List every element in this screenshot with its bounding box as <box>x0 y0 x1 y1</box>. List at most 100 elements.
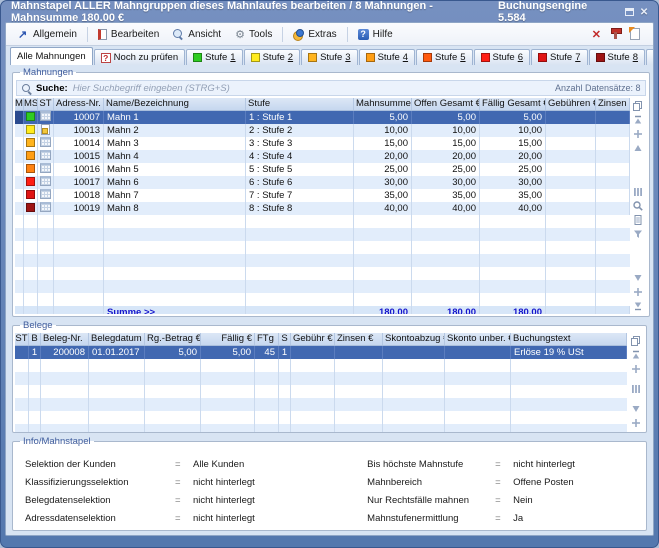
col-adress-nr[interactable]: Adress-Nr. <box>54 98 104 110</box>
col-belegdatum[interactable]: Belegdatum <box>89 333 145 345</box>
window-restore-button[interactable] <box>623 6 635 18</box>
tab-stufe-2[interactable]: Stufe 2 <box>244 49 300 65</box>
col-s[interactable]: S <box>279 333 291 345</box>
note-page-icon[interactable] <box>630 28 640 40</box>
tab-alle-mahnungen[interactable]: Alle Mahnungen <box>10 47 93 65</box>
tab-noch-zu-pruefen[interactable]: Noch zu prüfen <box>94 49 185 65</box>
app-frame: Allgemein Bearbeiten Ansicht Tools Extra… <box>5 22 654 536</box>
col-mahnsumme[interactable]: Mahnsumme € <box>354 98 412 110</box>
mahnungen-grid-toolbar <box>630 98 647 314</box>
empty-row <box>15 215 630 228</box>
empty-row <box>15 385 627 398</box>
empty-row <box>15 398 627 411</box>
tab-stufe-4[interactable]: Stufe 4 <box>359 49 415 65</box>
col-gebuehren[interactable]: Gebühren € <box>546 98 596 110</box>
table-row[interactable]: 10013 Mahn 2 2 : Stufe 2 10,00 10,00 10,… <box>15 124 630 137</box>
goto-last-icon[interactable] <box>632 300 644 312</box>
tab-stufe-8[interactable]: Stufe 8 <box>589 49 645 65</box>
insert-icon[interactable] <box>632 128 644 140</box>
columns-icon[interactable] <box>632 186 644 198</box>
menu-item-extras[interactable]: Extras <box>286 26 343 43</box>
col-ms[interactable]: MS <box>24 98 38 110</box>
info-item: Nur Rechtsfälle mahnen = Nein <box>367 495 636 506</box>
col-faellig-gesamt[interactable]: Fällig Gesamt € <box>480 98 546 110</box>
table-row[interactable]: 10007 Mahn 1 1 : Stufe 1 5,00 5,00 5,00 <box>15 111 630 124</box>
col-buchungstext[interactable]: Buchungstext <box>511 333 627 345</box>
col-skontoabzug[interactable]: Skontoabzug € <box>383 333 445 345</box>
col-ftg[interactable]: FTg <box>255 333 279 345</box>
tab-stufe-1[interactable]: Stufe 1 <box>186 49 242 65</box>
scroll-up-icon[interactable] <box>632 142 644 154</box>
filter-icon[interactable] <box>632 228 644 240</box>
window-close-button[interactable] <box>638 6 650 18</box>
col-zinsen[interactable]: Zinsen <box>596 98 630 110</box>
menu-item-hilfe[interactable]: Hilfe <box>351 26 400 43</box>
search-grid-icon[interactable] <box>632 200 644 212</box>
goto-last-icon[interactable] <box>630 431 642 433</box>
tab-stufe-5[interactable]: Stufe 5 <box>416 49 472 65</box>
copy-icon[interactable] <box>632 100 644 112</box>
col-skonto-unber[interactable]: Skonto unber. € <box>445 333 511 345</box>
delete-x-icon[interactable] <box>592 28 601 41</box>
scroll-down-icon[interactable] <box>630 403 642 415</box>
col-name[interactable]: Name/Bezeichnung <box>104 98 246 110</box>
tab-stufe-6[interactable]: Stufe 6 <box>474 49 530 65</box>
table-row[interactable]: 10019 Mahn 8 8 : Stufe 8 40,00 40,00 40,… <box>15 202 630 215</box>
table-row[interactable]: 10015 Mahn 4 4 : Stufe 4 20,00 20,00 20,… <box>15 150 630 163</box>
tab-stufe-7[interactable]: Stufe 7 <box>531 49 587 65</box>
col-beleg-nr[interactable]: Beleg-Nr. <box>41 333 89 345</box>
info-item: Mahnbereich = Offene Posten <box>367 477 636 488</box>
export-icon[interactable] <box>632 214 644 226</box>
info-item: Bis höchste Mahnstufe = nicht hinterlegt <box>367 459 636 470</box>
col-faellig[interactable]: Fällig € <box>201 333 255 345</box>
empty-row <box>15 254 630 267</box>
mahnungen-table: M MS ST Adress-Nr. Name/Bezeichnung Stuf… <box>15 98 630 314</box>
menu-item-ansicht[interactable]: Ansicht <box>166 26 228 43</box>
tab-stufe-3[interactable]: Stufe 3 <box>301 49 357 65</box>
pin-icon[interactable] <box>611 28 620 40</box>
append-icon[interactable] <box>630 417 642 429</box>
goto-first-icon[interactable] <box>632 114 644 126</box>
tab-rechtsfaelle[interactable]: Rechtsfälle <box>646 49 654 65</box>
col-st[interactable]: ST <box>38 98 54 110</box>
table-row[interactable]: 10018 Mahn 7 7 : Stufe 7 35,00 35,00 35,… <box>15 189 630 202</box>
stufe1-color-icon <box>193 53 202 62</box>
summe-label: Summe >> <box>104 306 246 314</box>
app-window: Mahnstapel ALLER Mahngruppen dieses Mahn… <box>0 0 659 548</box>
goto-first-icon[interactable] <box>630 349 642 361</box>
help-icon <box>358 29 369 40</box>
beleg-row[interactable]: 1 200008 01.01.2017 5,00 5,00 45 1 Erlös… <box>15 346 627 359</box>
stufe4-color-icon <box>366 53 375 62</box>
stufe6-color-icon <box>481 53 490 62</box>
menu-item-bearbeiten[interactable]: Bearbeiten <box>91 26 166 43</box>
col-stufe[interactable]: Stufe <box>246 98 354 110</box>
search-label: Suche: <box>36 83 68 94</box>
col-zinsen[interactable]: Zinsen € <box>335 333 383 345</box>
table-row[interactable]: 10017 Mahn 6 6 : Stufe 6 30,00 30,00 30,… <box>15 176 630 189</box>
search-input[interactable] <box>73 83 555 94</box>
table-row[interactable]: 10016 Mahn 5 5 : Stufe 5 25,00 25,00 25,… <box>15 163 630 176</box>
summe-mahnsumme: 180,00 <box>354 306 412 314</box>
menu-item-tools[interactable]: Tools <box>228 25 279 44</box>
info-item: Klassifizierungsselektion = nicht hinter… <box>25 477 367 488</box>
copy-icon[interactable] <box>630 335 642 347</box>
col-b[interactable]: B <box>29 333 41 345</box>
insert-icon[interactable] <box>630 363 642 375</box>
col-st[interactable]: ST <box>15 333 29 345</box>
table-icon <box>40 176 51 186</box>
col-m[interactable]: M <box>15 98 24 110</box>
table-row[interactable]: 10014 Mahn 3 3 : Stufe 3 15,00 15,00 15,… <box>15 137 630 150</box>
col-offen-gesamt[interactable]: Offen Gesamt € <box>412 98 480 110</box>
info-item: Adressdatenselektion = nicht hinterlegt <box>25 513 367 524</box>
content-area: Mahnungen Suche: Anzahl Datensätze: 8 M … <box>6 65 653 535</box>
stufe2-color-icon <box>251 53 260 62</box>
gear-icon <box>235 28 245 41</box>
col-rg-betrag[interactable]: Rg.-Betrag € <box>145 333 201 345</box>
empty-row <box>15 411 627 424</box>
columns-icon[interactable] <box>630 383 642 395</box>
belege-groupbox: Belege ST B Beleg-Nr. Belegdatum Rg.-Bet… <box>12 320 647 433</box>
col-gebuehr[interactable]: Gebühr € <box>291 333 335 345</box>
append-icon[interactable] <box>632 286 644 298</box>
scroll-down-icon[interactable] <box>632 272 644 284</box>
menu-item-allgemein[interactable]: Allgemein <box>11 25 84 44</box>
